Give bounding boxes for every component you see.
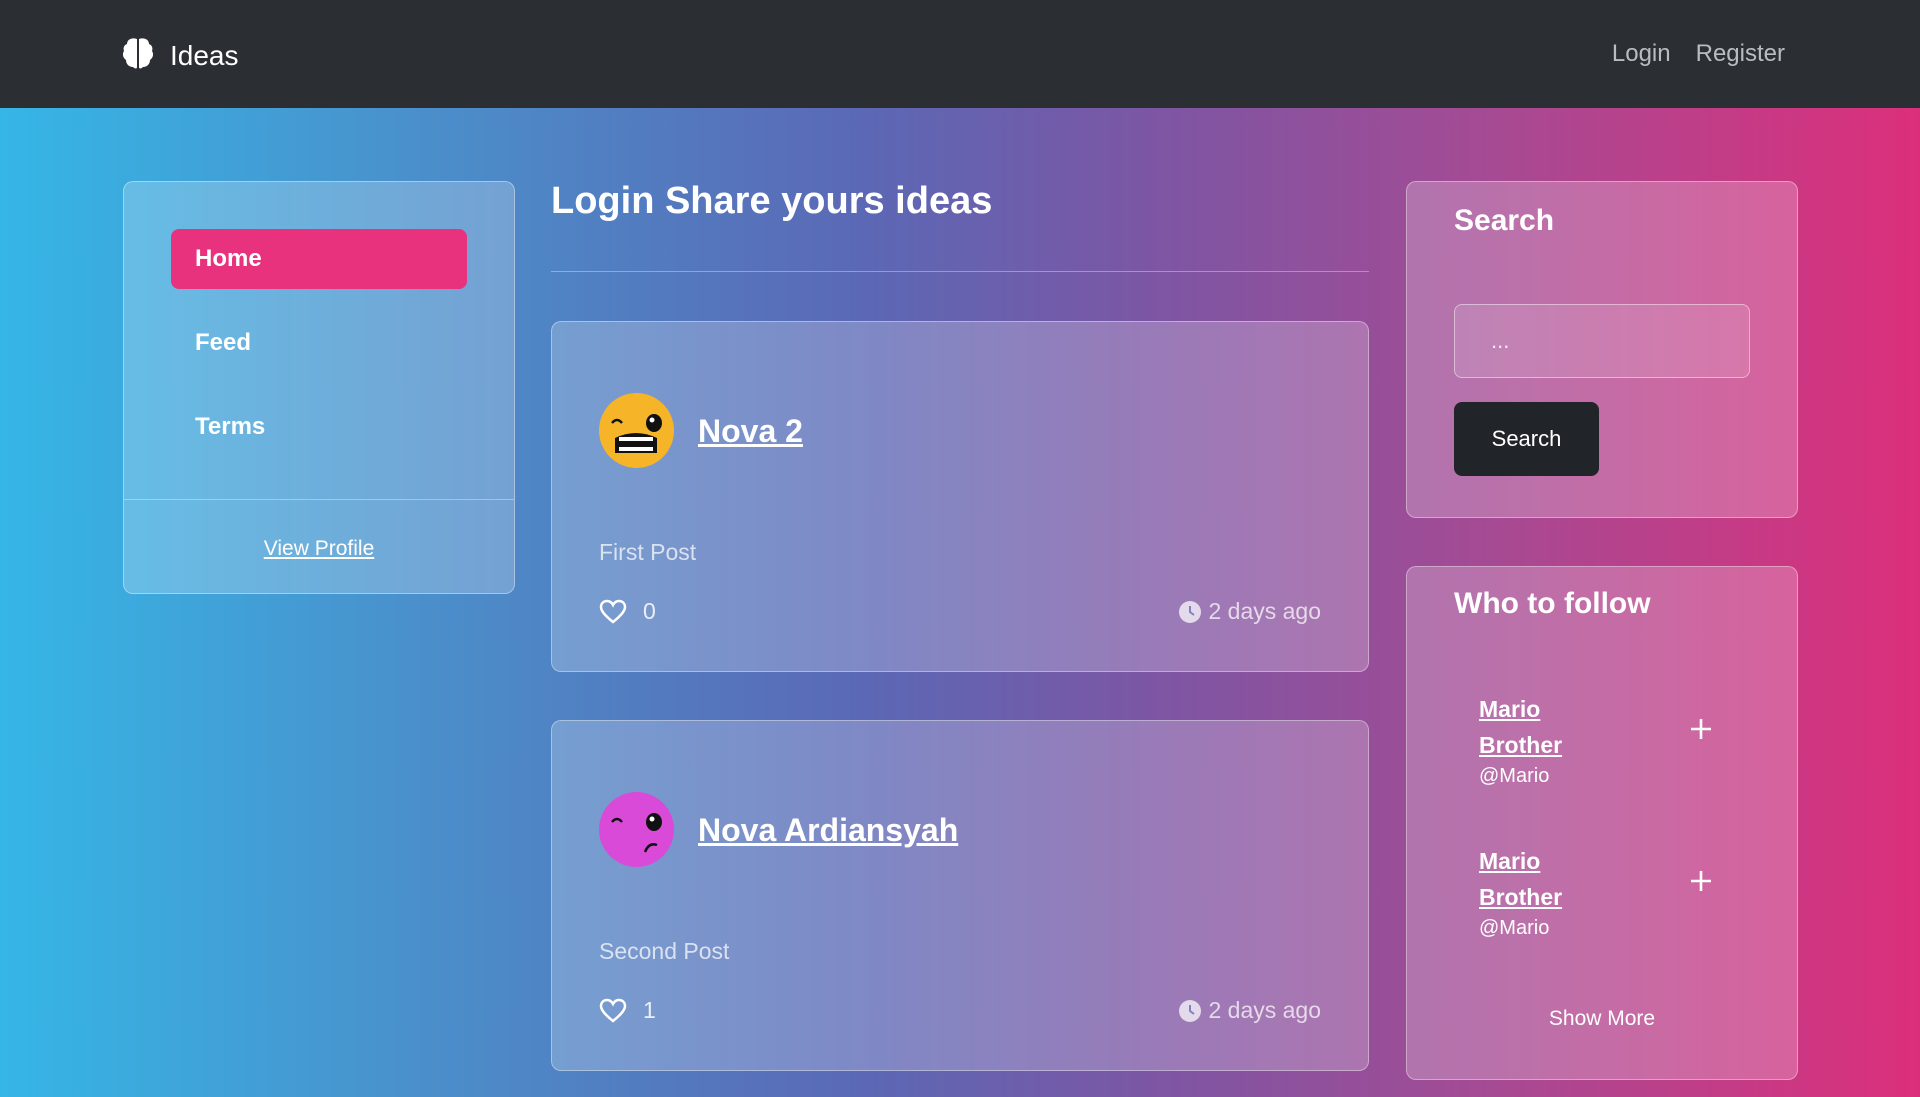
view-profile-link[interactable]: View Profile	[124, 537, 514, 561]
post-card: Nova Ardiansyah Second Post 1 2 days ago	[551, 720, 1369, 1071]
avatar	[599, 792, 674, 867]
post-author-link[interactable]: Nova Ardiansyah	[698, 812, 958, 849]
brand[interactable]: Ideas	[122, 36, 239, 75]
plus-icon[interactable]	[1689, 711, 1713, 750]
page-title: Login Share yours ideas	[551, 180, 993, 222]
search-title: Search	[1454, 204, 1555, 237]
post-time-text: 2 days ago	[1208, 997, 1321, 1023]
clock-icon	[1179, 999, 1202, 1022]
post-card: Nova 2 First Post 0 2 days ago	[551, 321, 1369, 672]
search-panel: Search Search	[1406, 181, 1798, 518]
sidebar-divider	[124, 499, 514, 500]
login-link[interactable]: Login	[1612, 40, 1671, 68]
like-button[interactable]: 1	[599, 997, 656, 1024]
heart-icon	[599, 998, 627, 1023]
post-time-text: 2 days ago	[1208, 598, 1321, 624]
like-button[interactable]: 0	[599, 598, 656, 625]
sidebar-item-home[interactable]: Home	[171, 229, 467, 289]
search-button[interactable]: Search	[1454, 402, 1599, 476]
post-time: 2 days ago	[1178, 598, 1321, 625]
like-count: 1	[643, 997, 656, 1023]
post-author-link[interactable]: Nova 2	[698, 413, 803, 450]
follow-suggestion: Mario Brother @Mario	[1479, 691, 1779, 788]
heart-icon	[599, 599, 627, 624]
avatar	[599, 393, 674, 468]
follow-user-link[interactable]: Mario Brother	[1479, 843, 1589, 915]
sidebar-item-feed[interactable]: Feed	[171, 313, 467, 373]
follow-suggestion: Mario Brother @Mario	[1479, 843, 1779, 940]
search-input[interactable]	[1454, 304, 1750, 378]
sidebar-panel: Home Feed Terms View Profile	[123, 181, 515, 594]
like-count: 0	[643, 598, 656, 624]
post-time: 2 days ago	[1178, 997, 1321, 1024]
who-to-follow-panel: Who to follow Mario Brother @Mario Mario…	[1406, 566, 1798, 1080]
who-to-follow-title: Who to follow	[1454, 587, 1651, 620]
grimace-face-icon	[611, 414, 662, 453]
plus-icon[interactable]	[1689, 863, 1713, 902]
register-link[interactable]: Register	[1696, 40, 1785, 68]
follow-user-handle: @Mario	[1479, 917, 1550, 939]
wink-face-icon	[611, 813, 662, 853]
post-text: Second Post	[599, 938, 730, 964]
clock-icon	[1179, 600, 1202, 623]
follow-user-link[interactable]: Mario Brother	[1479, 691, 1589, 763]
post-text: First Post	[599, 539, 697, 565]
navbar: Ideas Login Register	[0, 0, 1920, 108]
title-divider	[551, 271, 1369, 272]
follow-user-handle: @Mario	[1479, 765, 1550, 787]
brain-icon	[122, 36, 154, 75]
show-more-button[interactable]: Show More	[1407, 1007, 1797, 1031]
sidebar-item-terms[interactable]: Terms	[171, 397, 467, 457]
nav-links: Login Register	[1612, 40, 1785, 68]
brand-name: Ideas	[170, 39, 239, 71]
